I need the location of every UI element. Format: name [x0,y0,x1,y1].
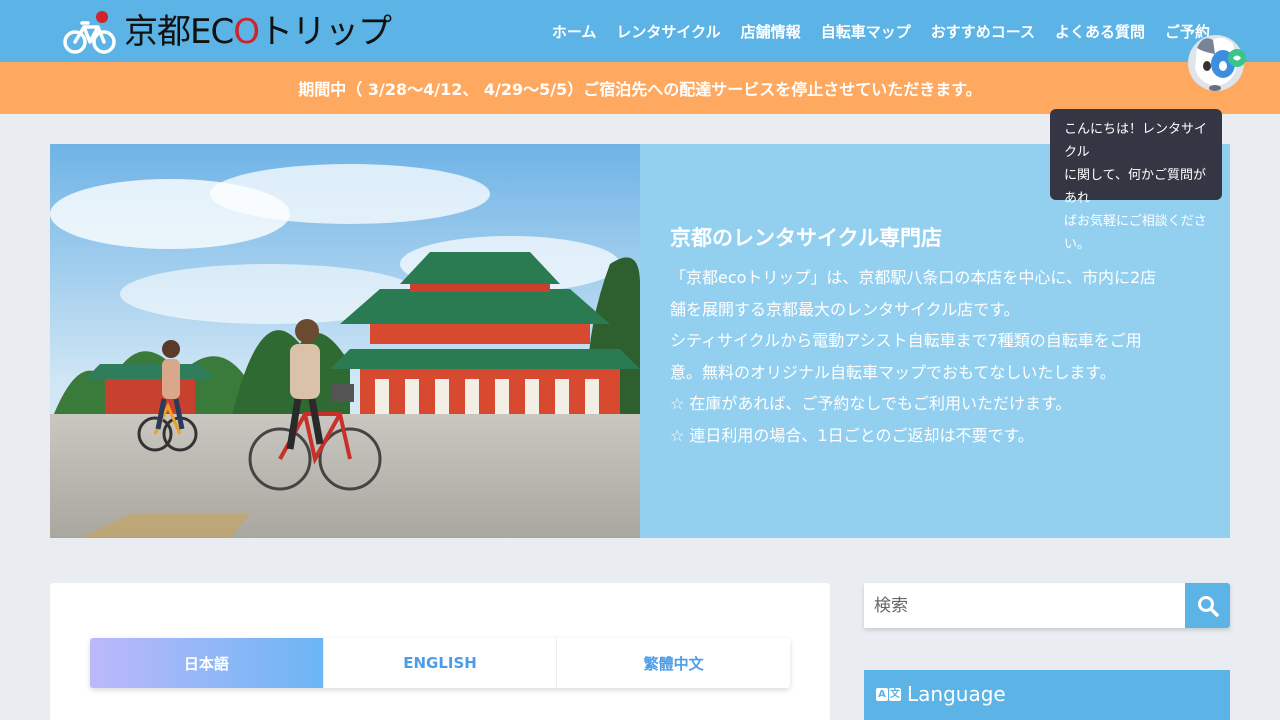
hero-line: ☆ 連日利用の場合、1日ごとのご返却は不要です。 [670,425,1034,445]
nav-recommended-courses[interactable]: おすすめコース [921,21,1045,42]
heian-shrine-cyclists-image [50,144,640,538]
search-icon [1197,595,1219,617]
tab-traditional-chinese[interactable]: 繁體中文 [557,638,790,688]
chatbot-avatar[interactable] [1185,30,1247,92]
hero-photo [50,144,640,538]
hero-line: シティサイクルから電動アシスト自転車まで7種類の自転車をご用 [670,331,1142,350]
site-header: 京都ECOトリップ ホーム レンタサイクル 店舗情報 自転車マップ おすすめコー… [0,0,1280,62]
chatbot-greeting-bubble[interactable]: こんにちは！レンタサイクル に関して、何かご質問があれ ばお気軽にご相談ください… [1050,109,1222,252]
language-widget-title: A文 Language [876,682,1006,706]
hero-line: 意。無料のオリジナル自転車マップでおもてなしいたします。 [670,362,1116,382]
hero-line: ☆ 在庫があれば、ご予約なしでもご利用いただけます。 [670,394,1072,413]
search-button[interactable] [1185,583,1230,628]
nav-rental-cycle[interactable]: レンタサイクル [606,21,730,42]
search-form [864,583,1230,628]
logo-wordmark: 京都ECOトリップ [124,12,392,52]
main-nav: ホーム レンタサイクル 店舗情報 自転車マップ おすすめコース よくある質問 ご… [542,0,1220,62]
chatbot-greeting-line: こんにちは！レンタサイクル [1064,122,1208,160]
chatbot-mascot-icon [1188,35,1246,91]
tab-english[interactable]: ENGLISH [324,638,558,688]
hero-section: 京都のレンタサイクル専門店 「京都ecoトリップ」は、京都駅八条口の本店を中心に… [50,144,1230,538]
chatbot-greeting-line: に関して、何かご質問があれ [1064,168,1206,206]
translate-icon: A文 [876,687,901,701]
nav-shop-info[interactable]: 店舗情報 [731,21,811,42]
search-input[interactable] [864,583,1185,628]
hero-line: 舗を展開する京都最大のレンタサイクル店です。 [670,299,1020,319]
language-widget: A文 Language [864,670,1230,720]
bicycle-logo-icon [63,11,116,54]
nav-home[interactable]: ホーム [542,21,607,42]
hero-line: 「京都ecoトリップ」は、京都駅八条口の本店を中心に、市内に2店 [670,268,1157,287]
nav-faq[interactable]: よくある質問 [1045,21,1155,42]
nav-bicycle-map[interactable]: 自転車マップ [811,21,921,42]
site-logo[interactable]: 京都ECOトリップ [62,8,392,56]
notice-bar: 期間中（ 3/28〜4/12、 4/29〜5/5）ご宿泊先への配達サービスを停止… [0,62,1280,114]
tab-japanese[interactable]: 日本語 [90,638,324,688]
chatbot-greeting-line: ばお気軽にご相談ください。 [1064,214,1207,252]
notice-text: 期間中（ 3/28〜4/12、 4/29〜5/5）ご宿泊先への配達サービスを停止… [298,80,982,99]
main-content-card: 日本語 ENGLISH 繁體中文 [50,583,830,720]
language-tabs: 日本語 ENGLISH 繁體中文 [90,638,790,688]
